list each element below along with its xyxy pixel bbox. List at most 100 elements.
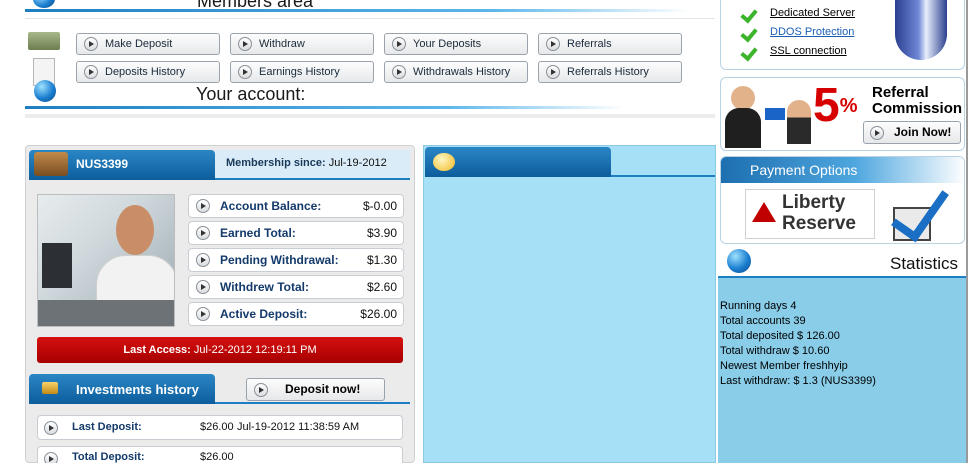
arrow-circle-icon [44, 421, 58, 435]
arrow-circle-icon [254, 383, 268, 397]
header-underline [25, 9, 690, 12]
withdrawals-history-button[interactable]: Withdrawals History [384, 61, 528, 83]
check-icon [742, 6, 758, 20]
investments-head-line [215, 402, 410, 404]
chat-bubble-icon [433, 153, 455, 171]
earnings-history-label: Earnings History [259, 66, 340, 78]
stat-last-withdraw: Last withdraw: $ 1.3 (NUS3399) [720, 375, 876, 387]
earned-total-row: Earned Total: $3.90 [188, 221, 404, 245]
deposits-history-button[interactable]: Deposits History [76, 61, 220, 83]
membership-since: Membership since: Jul-19-2012 [226, 157, 387, 169]
deposit-now-label: Deposit now! [285, 382, 361, 396]
arrow-circle-icon [196, 307, 210, 321]
referrals-label: Referrals [567, 38, 612, 50]
money-icon [28, 32, 60, 50]
row-value: $26.00 [360, 307, 397, 321]
referrals-button[interactable]: Referrals [538, 33, 682, 55]
withdrew-total-row: Withdrew Total: $2.60 [188, 275, 404, 299]
liberty-logo-mark [752, 202, 776, 222]
middle-head-line [611, 175, 715, 177]
arrow-circle-icon [238, 37, 252, 51]
liberty-text: Liberty [782, 192, 846, 213]
arrow-circle-icon [196, 280, 210, 294]
businessman-small [787, 100, 811, 144]
deposits-history-label: Deposits History [105, 66, 186, 78]
account-balance-row: Account Balance: $-0.00 [188, 194, 404, 218]
deposit-now-button[interactable]: Deposit now! [246, 378, 385, 401]
row-value: $2.60 [366, 280, 397, 294]
referral-text-2: Commission [872, 100, 963, 117]
make-deposit-label: Make Deposit [105, 38, 173, 50]
arrow-circle-icon [84, 65, 98, 79]
arrow-circle-icon [546, 37, 560, 51]
total-deposit-amount: $26.00 [200, 451, 234, 463]
referral-arrow-icon [765, 108, 785, 120]
row-label: Pending Withdrawal: [220, 253, 339, 267]
referrals-history-label: Referrals History [567, 66, 649, 78]
last-deposit-label: Last Deposit: [72, 421, 142, 433]
stat-total-deposited: Total deposited $ 126.00 [720, 330, 840, 342]
join-now-button[interactable]: Join Now! [863, 121, 961, 144]
last-access-label: Last Access: [123, 344, 191, 356]
stat-total-accounts: Total accounts 39 [720, 315, 806, 327]
investments-title: Investments history [76, 382, 199, 397]
photo-desk [38, 300, 174, 326]
arrow-circle-icon [196, 199, 210, 213]
arrow-circle-icon [238, 65, 252, 79]
referral-percent: 5% [813, 80, 858, 132]
reserve-text: Reserve [782, 213, 856, 234]
active-deposit-row: Active Deposit: $26.00 [188, 302, 404, 326]
join-now-label: Join Now! [894, 125, 952, 139]
check-icon [742, 25, 758, 39]
feature-ddos-protection[interactable]: DDOS Protection [770, 26, 854, 38]
your-deposits-button[interactable]: Your Deposits [384, 33, 528, 55]
businessmen-icon [731, 86, 755, 110]
total-deposit-row: Total Deposit: $26.00 [37, 446, 403, 463]
big-check-icon [891, 177, 951, 243]
last-access-value: Jul-22-2012 12:19:11 PM [193, 344, 317, 356]
last-deposit-date: Jul-19-2012 11:38:59 AM [237, 421, 360, 433]
row-label: Withdrew Total: [220, 280, 309, 294]
investments-icon [42, 382, 58, 394]
withdraw-label: Withdraw [259, 38, 305, 50]
middle-panel [423, 145, 716, 463]
feature-ssl-connection[interactable]: SSL connection [770, 45, 847, 57]
globe-icon-2 [34, 80, 56, 102]
withdraw-button[interactable]: Withdraw [230, 33, 374, 55]
your-deposits-label: Your Deposits [413, 38, 482, 50]
your-account-title: Your account: [196, 84, 306, 104]
withdrawals-history-label: Withdrawals History [413, 66, 511, 78]
row-label: Active Deposit: [220, 307, 308, 321]
photo-monitor [42, 243, 72, 288]
feature-dedicated-server[interactable]: Dedicated Server [770, 7, 855, 19]
header-divider [25, 18, 715, 19]
check-icon [742, 44, 758, 58]
pending-withdrawal-row: Pending Withdrawal: $1.30 [188, 248, 404, 272]
row-label: Earned Total: [220, 226, 296, 240]
referral-text-1: Referral [872, 84, 929, 101]
arrow-circle-icon [196, 253, 210, 267]
last-deposit-amount: $26.00 [200, 421, 234, 433]
arrow-circle-icon [392, 65, 406, 79]
membership-date: Jul-19-2012 [328, 157, 387, 169]
stat-total-withdraw: Total withdraw $ 10.60 [720, 345, 830, 357]
username: NUS3399 [76, 157, 129, 171]
arrow-circle-icon [84, 37, 98, 51]
referral-percent-sign: % [839, 95, 858, 117]
earnings-history-button[interactable]: Earnings History [230, 61, 374, 83]
liberty-reserve-logo: Liberty Reserve [745, 189, 875, 239]
account-underline [25, 106, 625, 109]
statistics-title: Statistics [890, 254, 959, 273]
referrals-history-button[interactable]: Referrals History [538, 61, 682, 83]
make-deposit-button[interactable]: Make Deposit [76, 33, 220, 55]
stat-running-days: Running days 4 [720, 300, 797, 312]
shield-icon [895, 0, 947, 60]
statistics-globe-icon [727, 249, 751, 273]
arrow-circle-icon [546, 65, 560, 79]
last-deposit-row: Last Deposit: $26.00 Jul-19-2012 11:38:5… [37, 415, 403, 440]
payment-options-title: Payment Options [750, 162, 858, 178]
total-deposit-label: Total Deposit: [72, 451, 145, 463]
arrow-circle-icon [196, 226, 210, 240]
arrow-circle-icon [870, 126, 884, 140]
user-icon [34, 152, 68, 176]
